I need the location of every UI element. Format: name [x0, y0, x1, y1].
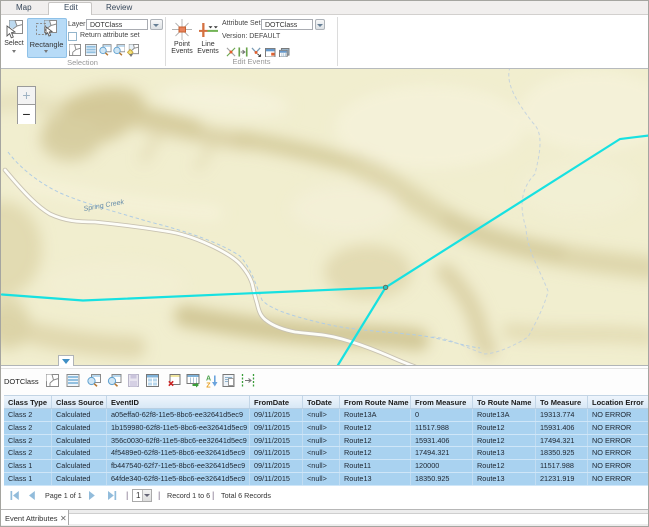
svg-text:A: A [206, 376, 211, 383]
svg-text:Z: Z [206, 383, 211, 389]
